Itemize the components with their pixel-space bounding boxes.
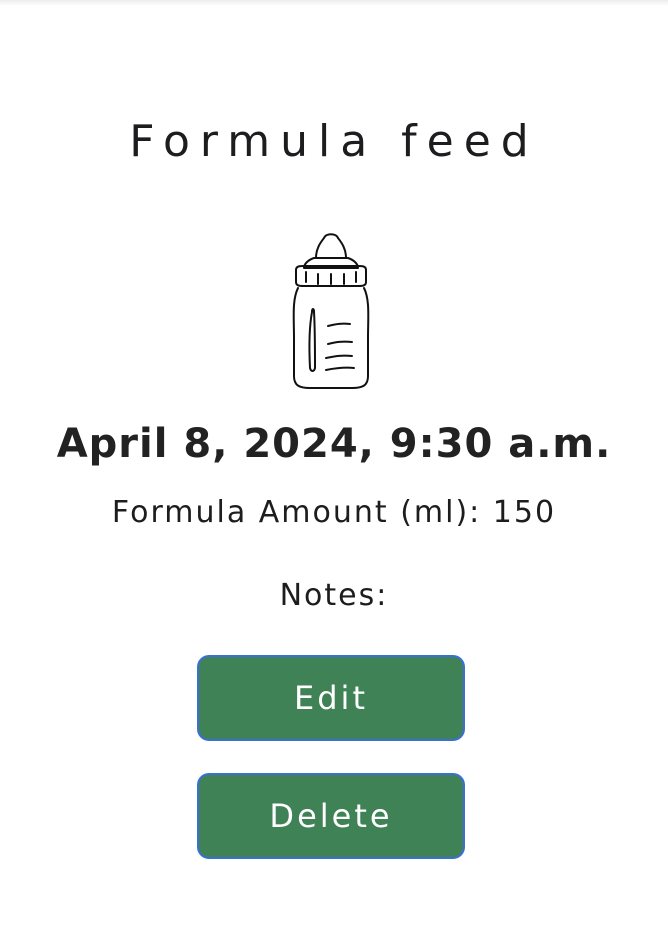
delete-button[interactable]: Delete [197, 773, 465, 859]
edit-button[interactable]: Edit [197, 655, 465, 741]
feed-detail-card: Formula feed April 8, 2024, 9:30 a.m. Fo… [0, 0, 668, 926]
notes-label: Notes: [279, 578, 389, 613]
baby-bottle-icon [286, 228, 376, 392]
page-title: Formula feed [129, 116, 539, 167]
formula-amount: Formula Amount (ml): 150 [111, 495, 557, 530]
feed-datetime: April 8, 2024, 9:30 a.m. [56, 421, 612, 467]
